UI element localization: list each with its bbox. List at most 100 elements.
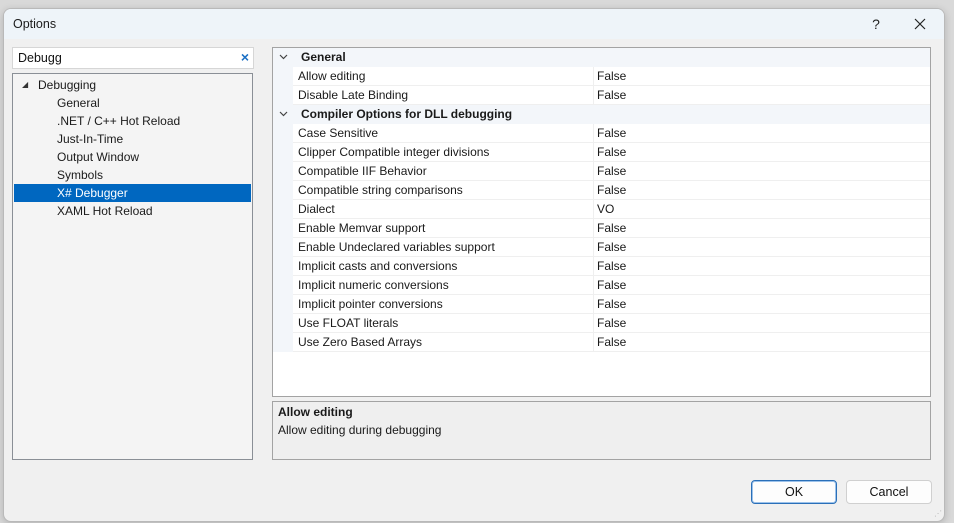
column-divider[interactable] [593,143,594,162]
property-name: Dialect [298,202,335,216]
cancel-button[interactable]: Cancel [846,480,932,504]
property-name: Compatible IIF Behavior [298,164,427,178]
column-divider[interactable] [593,219,594,238]
property-name: Disable Late Binding [298,88,409,102]
column-divider[interactable] [593,181,594,200]
column-divider[interactable] [593,200,594,219]
property-row[interactable]: Disable Late Binding False [273,86,930,105]
property-row[interactable]: Compatible string comparisons False [273,181,930,200]
row-gutter [273,162,293,181]
property-value[interactable]: False [597,257,626,275]
property-row[interactable]: Compatible IIF Behavior False [273,162,930,181]
tree-item[interactable]: Symbols [14,166,251,184]
row-gutter [273,143,293,162]
row-gutter [273,276,293,295]
row-gutter [273,86,293,105]
column-divider[interactable] [593,276,594,295]
property-value[interactable]: False [597,181,626,199]
row-gutter [273,333,293,352]
ok-button[interactable]: OK [751,480,837,504]
column-divider[interactable] [593,333,594,352]
property-name: Enable Undeclared variables support [298,240,495,254]
tree-item-label: .NET / C++ Hot Reload [57,114,181,128]
row-gutter [273,181,293,200]
tree-item[interactable]: XAML Hot Reload [14,202,251,220]
property-value[interactable]: False [597,67,626,85]
property-name: Use Zero Based Arrays [298,335,423,349]
category-row[interactable]: General [273,48,930,67]
property-value[interactable]: False [597,314,626,332]
property-name: Clipper Compatible integer divisions [298,145,490,159]
property-value[interactable]: False [597,238,626,256]
row-gutter [273,200,293,219]
property-row[interactable]: Dialect VO [273,200,930,219]
property-row[interactable]: Case Sensitive False [273,124,930,143]
tree-item-label: Debugging [38,78,97,92]
clear-search-icon[interactable]: × [241,49,249,65]
column-divider[interactable] [593,314,594,333]
row-gutter [273,295,293,314]
column-divider[interactable] [593,124,594,143]
property-name: Implicit pointer conversions [298,297,443,311]
column-divider[interactable] [593,238,594,257]
expand-caret-icon[interactable]: ◢ [22,76,28,94]
column-divider[interactable] [593,257,594,276]
column-divider[interactable] [593,295,594,314]
property-row[interactable]: Implicit numeric conversions False [273,276,930,295]
property-name: Compatible string comparisons [298,183,463,197]
options-tree: ◢ Debugging General .NET / C++ Hot Reload Ju… [12,73,253,460]
property-value[interactable]: False [597,124,626,142]
property-value[interactable]: False [597,276,626,294]
tree-item[interactable]: .NET / C++ Hot Reload [14,112,251,130]
property-name: Allow editing [298,69,366,83]
close-button[interactable] [898,12,942,36]
tree-item-label: X# Debugger [57,186,128,200]
property-row[interactable]: Enable Memvar support False [273,219,930,238]
property-row[interactable]: Use FLOAT literals False [273,314,930,333]
property-value[interactable]: False [597,333,626,351]
category-label: General [301,50,346,64]
row-gutter [273,314,293,333]
property-value[interactable]: False [597,143,626,161]
tree-item[interactable]: X# Debugger [14,184,251,202]
property-value[interactable]: False [597,219,626,237]
search-input[interactable] [13,48,228,68]
property-value[interactable]: False [597,86,626,104]
close-icon [914,18,926,30]
property-row[interactable]: Use Zero Based Arrays False [273,333,930,352]
resize-grip-icon[interactable]: ⋰ [932,509,942,519]
description-title: Allow editing [278,405,353,419]
column-divider[interactable] [593,67,594,86]
property-row[interactable]: Clipper Compatible integer divisions Fals… [273,143,930,162]
row-gutter [273,67,293,86]
tree-item-label: XAML Hot Reload [57,204,153,218]
category-label: Compiler Options for DLL debugging [301,107,513,121]
search-box: × [12,47,254,69]
tree-item[interactable]: Output Window [14,148,251,166]
tree-item[interactable]: Just-In-Time [14,130,251,148]
tree-item-label: General [57,96,100,110]
description-panel: Allow editing Allow editing during debug… [272,401,931,460]
options-dialog: Options ? × ◢ Debugging General .NET / C++ … [3,8,945,522]
property-row[interactable]: Enable Undeclared variables support False [273,238,930,257]
row-gutter [273,219,293,238]
help-button[interactable]: ? [854,12,898,36]
column-divider[interactable] [593,86,594,105]
column-divider[interactable] [593,162,594,181]
description-text: Allow editing during debugging [278,423,442,437]
window-title: Options [13,17,57,31]
property-value[interactable]: False [597,295,626,313]
tree-item-label: Output Window [57,150,140,164]
tree-item-label: Symbols [57,168,104,182]
title-bar: Options ? [4,9,944,39]
property-row[interactable]: Allow editing False [273,67,930,86]
category-row[interactable]: Compiler Options for DLL debugging [273,105,930,124]
property-value[interactable]: False [597,162,626,180]
tree-item-debugging[interactable]: ◢ Debugging [14,76,251,94]
property-value[interactable]: VO [597,200,614,218]
property-row[interactable]: Implicit casts and conversions False [273,257,930,276]
tree-item[interactable]: General [14,94,251,112]
property-row[interactable]: Implicit pointer conversions False [273,295,930,314]
row-gutter [273,124,293,143]
property-name: Use FLOAT literals [298,316,399,330]
